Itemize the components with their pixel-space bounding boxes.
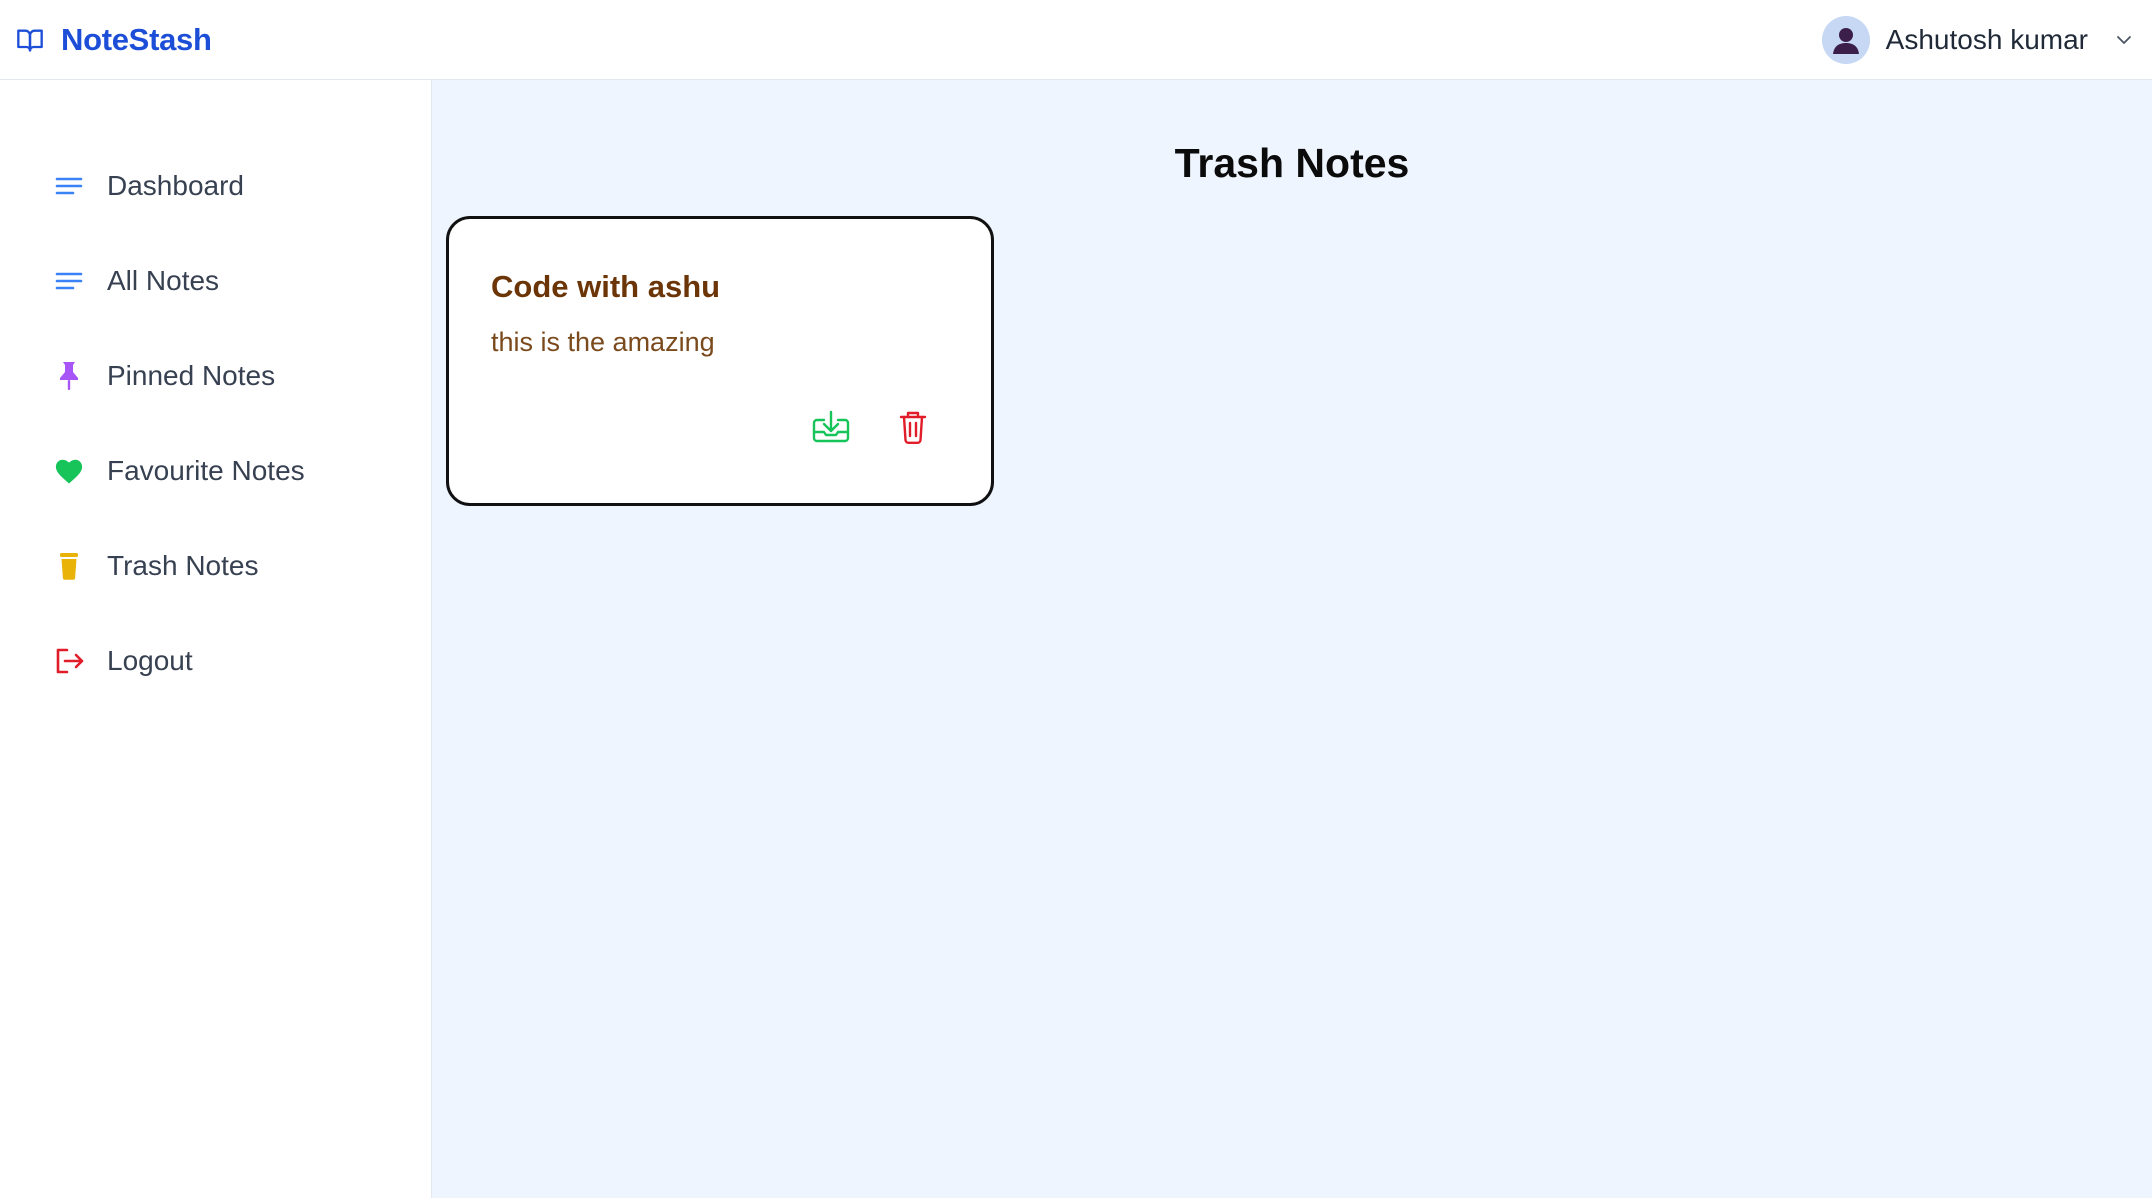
sidebar-item-trash-notes[interactable]: Trash Notes: [0, 518, 431, 613]
pin-icon: [53, 360, 85, 392]
heart-icon: [53, 455, 85, 487]
brand-logo[interactable]: NoteStash: [13, 22, 212, 58]
sidebar: Dashboard All Notes Pinned Notes Favouri…: [0, 80, 432, 1198]
note-card[interactable]: Code with ashu this is the amazing: [446, 216, 994, 506]
sidebar-item-label: Dashboard: [107, 169, 244, 201]
sidebar-item-label: Logout: [107, 644, 193, 676]
sidebar-item-label: Favourite Notes: [107, 454, 305, 486]
lines-icon: [53, 265, 85, 297]
note-title: Code with ashu: [491, 269, 721, 304]
top-navbar: NoteStash Ashutosh kumar: [0, 0, 2152, 80]
sidebar-item-dashboard[interactable]: Dashboard: [0, 138, 431, 233]
sidebar-item-label: All Notes: [107, 264, 220, 296]
restore-button[interactable]: [809, 405, 853, 449]
sidebar-item-favourite-notes[interactable]: Favourite Notes: [0, 423, 431, 518]
main-content: Trash Notes Code with ashu this is the a…: [432, 80, 2152, 1198]
user-menu[interactable]: Ashutosh kumar: [1821, 15, 2138, 64]
note-actions: [809, 405, 935, 449]
lines-icon: [53, 170, 85, 202]
page-title: Trash Notes: [1174, 140, 1410, 186]
brand-name: NoteStash: [61, 21, 212, 57]
sidebar-item-label: Trash Notes: [107, 549, 259, 581]
sidebar-item-label: Pinned Notes: [107, 359, 276, 391]
avatar: [1821, 15, 1870, 64]
trash-outline-icon: [899, 411, 927, 445]
chevron-down-icon[interactable]: [2110, 26, 2138, 54]
logout-icon: [53, 645, 85, 677]
sidebar-item-pinned-notes[interactable]: Pinned Notes: [0, 328, 431, 423]
sidebar-item-logout[interactable]: Logout: [0, 613, 431, 708]
user-name: Ashutosh kumar: [1885, 23, 2088, 55]
trash-icon: [53, 550, 85, 582]
open-book-icon: [13, 23, 47, 57]
sidebar-item-all-notes[interactable]: All Notes: [0, 233, 431, 328]
delete-button[interactable]: [891, 405, 935, 449]
download-icon: [812, 410, 850, 443]
note-body: this is the amazing: [491, 327, 715, 357]
